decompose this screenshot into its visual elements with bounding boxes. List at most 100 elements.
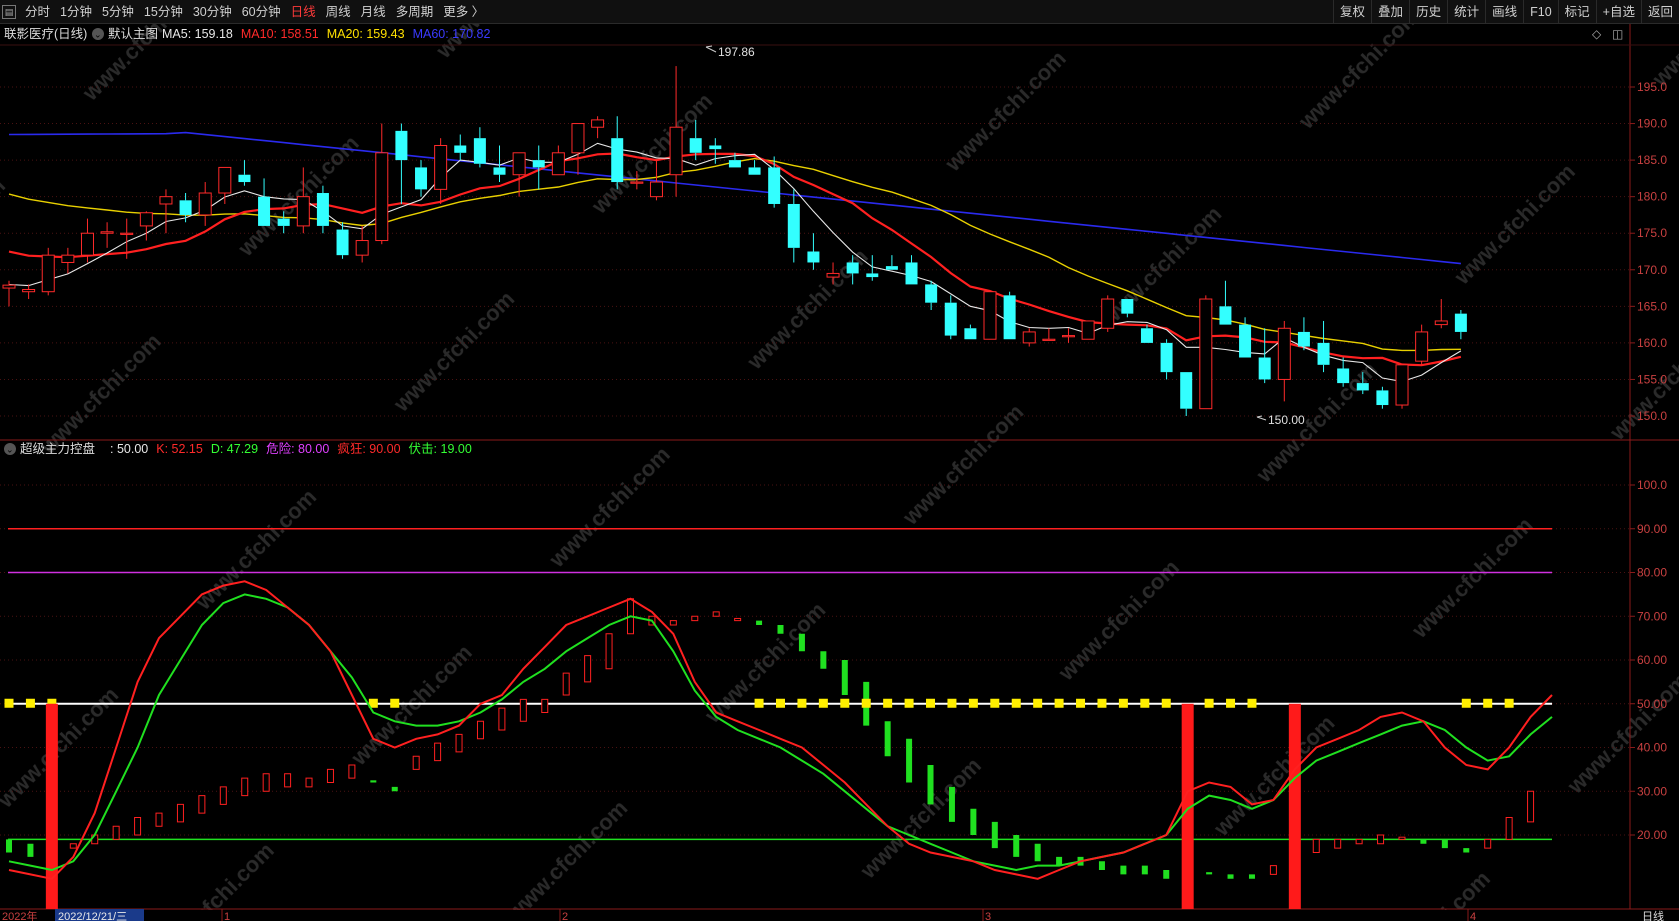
diamond-icon[interactable]: ◇ xyxy=(1592,27,1602,41)
signal-marker xyxy=(883,698,893,708)
expand-icon[interactable]: ◫ xyxy=(1612,27,1623,41)
window-menu-icon[interactable]: ▤ xyxy=(2,4,16,19)
period-tab[interactable]: 日线 xyxy=(286,0,321,24)
indicator-bar xyxy=(884,721,891,757)
indicator-bar xyxy=(412,755,420,770)
indicator-bar xyxy=(519,698,527,722)
candle[interactable] xyxy=(1199,295,1213,410)
toolbar-button[interactable]: 历史 xyxy=(1409,0,1447,24)
indicator-bar xyxy=(476,720,484,740)
legend-item: 危险: 80.00 xyxy=(266,441,329,456)
period-tab[interactable]: 1分钟 xyxy=(55,0,97,24)
indicator-bar xyxy=(1098,861,1105,870)
price-tick: 195.0 xyxy=(1637,80,1667,94)
indicator-bar xyxy=(1505,817,1513,840)
indicator-bar xyxy=(970,808,977,835)
indicator-bar xyxy=(241,777,249,797)
candle[interactable] xyxy=(41,247,55,296)
indicator-bar xyxy=(605,633,613,670)
indicator-bar xyxy=(370,780,377,783)
month-tick: 1 xyxy=(224,911,230,921)
indicator-bar xyxy=(562,672,570,696)
toolbar-actions: 复权 叠加 历史 统计 画线 F10 标记 +自选 返回 xyxy=(1333,0,1679,24)
signal-marker xyxy=(1504,698,1514,708)
signal-marker xyxy=(861,698,871,708)
toolbar-button[interactable]: 标记 xyxy=(1557,0,1596,24)
candle[interactable] xyxy=(1081,320,1095,340)
price-tick: 170.0 xyxy=(1637,263,1667,277)
price-tick: 150.0 xyxy=(1637,409,1667,423)
signal-marker xyxy=(1226,698,1236,708)
toolbar-button[interactable]: 复权 xyxy=(1333,0,1371,24)
signal-marker xyxy=(926,698,936,708)
legend-item: MA5: 159.18 xyxy=(162,27,233,41)
period-tabs: 分时 1分钟 5分钟 15分钟 30分钟 60分钟 日线 周线 月线 多周期 更多 〉 xyxy=(20,0,489,24)
toolbar-button[interactable]: +自选 xyxy=(1595,0,1641,24)
indicator-bar xyxy=(669,620,677,626)
indicator-bar xyxy=(219,786,227,805)
signal-marker xyxy=(1161,698,1171,708)
indicator-bar xyxy=(1227,874,1234,879)
candle[interactable] xyxy=(1101,295,1115,332)
indicator-bar xyxy=(434,742,442,762)
indicator-bar xyxy=(176,803,184,823)
legend-item: D: 47.29 xyxy=(211,442,258,456)
indicator-legend-items: : 50.00 K: 52.15 D: 47.29 危险: 80.00 疯狂: 90.0… xyxy=(110,441,472,456)
period-tab[interactable]: 更多 〉 xyxy=(438,0,489,24)
period-tab[interactable]: 30分钟 xyxy=(188,0,237,24)
toolbar-button[interactable]: 返回 xyxy=(1640,0,1679,24)
candle[interactable] xyxy=(983,291,997,340)
indicator-bar xyxy=(541,698,549,713)
kline-chart[interactable]: www.cfchi.com 联影医疗(日线) ⌄ 默认主图 MA5: 159.1… xyxy=(0,24,1679,921)
indicator-bar xyxy=(6,839,12,853)
price-tick: 190.0 xyxy=(1637,117,1667,131)
legend-item: K: 52.15 xyxy=(156,442,203,456)
price-tick: 175.0 xyxy=(1637,226,1667,240)
price-tick: 160.0 xyxy=(1637,336,1667,350)
indicator-bar xyxy=(112,825,120,840)
period-tab[interactable]: 分时 xyxy=(20,0,55,24)
indicator-bar xyxy=(1312,838,1320,853)
indicator-bar xyxy=(27,843,34,857)
period-tab[interactable]: 多周期 xyxy=(391,0,439,24)
legend-item: : 50.00 xyxy=(110,442,148,456)
indicator-bar xyxy=(906,738,913,783)
signal-marker xyxy=(818,698,828,708)
indicator-tick: 20.00 xyxy=(1637,828,1667,842)
indicator-bar xyxy=(1334,838,1342,849)
toolbar-button[interactable]: 画线 xyxy=(1485,0,1523,24)
period-tab[interactable]: 60分钟 xyxy=(237,0,286,24)
legend-item: MA60: 170.82 xyxy=(413,27,491,41)
period-tab[interactable]: 15分钟 xyxy=(139,0,188,24)
legend-item: 疯狂: 90.00 xyxy=(337,441,400,456)
date-axis: 2022年 2022/12/21/三 1 2 3 4 日线 xyxy=(0,909,1664,921)
toolbar-button[interactable]: 统计 xyxy=(1447,0,1485,24)
signal-marker xyxy=(797,698,807,708)
chart-area: www.cfchi.com 联影医疗(日线) ⌄ 默认主图 MA5: 159.1… xyxy=(0,24,1679,921)
year-label: 2022年 xyxy=(2,909,37,921)
period-tab[interactable]: 周线 xyxy=(321,0,356,24)
indicator-tick: 90.00 xyxy=(1637,522,1667,536)
indicator-bar xyxy=(1034,843,1041,862)
month-tick: 3 xyxy=(985,911,991,921)
indicator-bar xyxy=(1527,790,1535,823)
toolbar-button[interactable]: F10 xyxy=(1523,0,1558,24)
candle[interactable] xyxy=(1003,291,1016,340)
signal-marker xyxy=(1033,698,1043,708)
signal-marker xyxy=(1011,698,1021,708)
period-tab[interactable]: 月线 xyxy=(356,0,391,24)
period-tab[interactable]: 5分钟 xyxy=(97,0,139,24)
candle[interactable] xyxy=(1395,364,1409,409)
indicator-bar xyxy=(498,707,506,731)
signal-marker xyxy=(776,698,785,708)
signal-marker xyxy=(4,698,14,708)
indicator-tick: 50.00 xyxy=(1637,697,1667,711)
strong-signal-bar xyxy=(1288,703,1301,909)
period-label: 日线 xyxy=(1642,909,1664,921)
indicator-bar xyxy=(391,786,398,792)
signal-marker xyxy=(968,698,978,708)
indicator-bar xyxy=(734,617,742,622)
signal-marker xyxy=(1140,698,1150,708)
toolbar-button[interactable]: 叠加 xyxy=(1371,0,1409,24)
indicator-bar xyxy=(326,768,334,783)
